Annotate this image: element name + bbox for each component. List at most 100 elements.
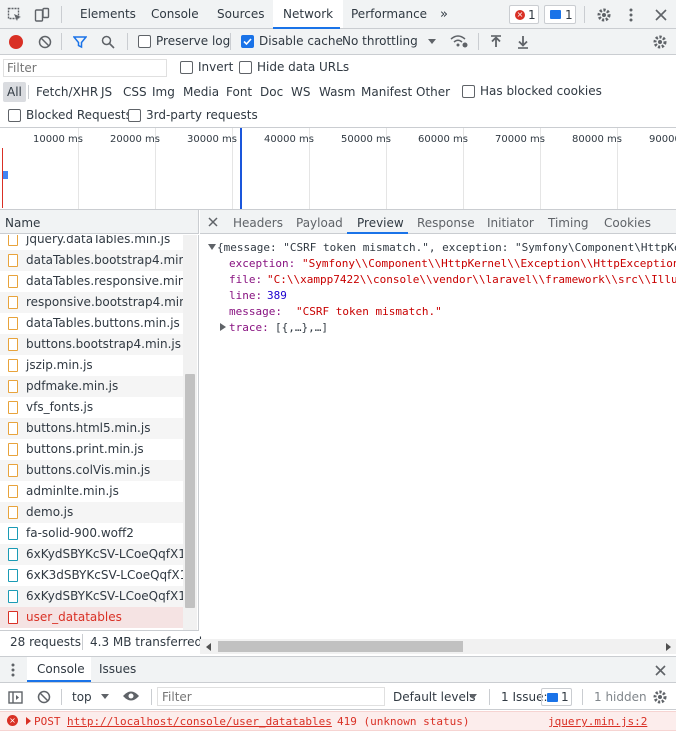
preserve-log-checkbox[interactable]: [138, 35, 151, 48]
blocked-requests-checkbox[interactable]: [8, 109, 21, 122]
script-file-icon: [8, 338, 18, 351]
filter-funnel-icon[interactable]: [72, 34, 88, 50]
request-row[interactable]: 6xK3dSBYKcSV-LCoeQqfX1RY: [0, 565, 197, 586]
settings-gear-icon[interactable]: [594, 5, 613, 24]
type-filter-fetch-xhr[interactable]: Fetch/XHR: [32, 82, 102, 102]
request-row[interactable]: dataTables.responsive.min.js: [0, 271, 197, 292]
request-row[interactable]: buttons.bootstrap4.min.js: [0, 334, 197, 355]
clear-icon[interactable]: [37, 34, 53, 50]
request-row[interactable]: jquery.dataTables.min.js: [0, 235, 197, 250]
script-file-icon: [8, 254, 18, 267]
error-url-link[interactable]: http://localhost/console/user_datatables: [67, 715, 332, 728]
expand-triangle-icon[interactable]: [26, 717, 31, 725]
message-count-badge[interactable]: 1: [544, 5, 576, 24]
preview-summary[interactable]: {message: "CSRF token mismatch.", except…: [217, 241, 676, 254]
request-row[interactable]: responsive.bootstrap4.min.js: [0, 292, 197, 313]
console-settings-gear-icon[interactable]: [651, 688, 669, 706]
request-list-header[interactable]: Name: [0, 210, 199, 234]
tab-elements[interactable]: Elements: [70, 0, 146, 29]
eye-icon[interactable]: [121, 688, 141, 704]
sidebar-toggle-icon[interactable]: [7, 689, 23, 705]
request-row[interactable]: buttons.html5.min.js: [0, 418, 197, 439]
chevron-down-icon[interactable]: [469, 694, 477, 699]
more-options-icon[interactable]: [623, 5, 639, 24]
request-row[interactable]: fa-solid-900.woff2: [0, 523, 197, 544]
chevron-down-icon[interactable]: [428, 39, 436, 44]
tab-response[interactable]: Response: [417, 213, 475, 233]
disable-cache-checkbox[interactable]: [241, 35, 254, 48]
type-filter-media[interactable]: Media: [179, 82, 223, 102]
error-source-link[interactable]: jquery.min.js:2: [548, 715, 647, 728]
collapsed-triangle-icon[interactable]: [220, 323, 226, 331]
divider: [478, 33, 479, 50]
type-filter-ws[interactable]: WS: [287, 82, 314, 102]
default-levels-select[interactable]: Default levels: [393, 690, 475, 704]
type-filter-other[interactable]: Other: [412, 82, 454, 102]
request-row[interactable]: pdfmake.min.js: [0, 376, 197, 397]
type-filter-css[interactable]: CSS: [119, 82, 151, 102]
tab-payload[interactable]: Payload: [296, 213, 343, 233]
search-icon[interactable]: [100, 34, 116, 50]
context-select[interactable]: top: [72, 690, 92, 704]
has-blocked-cookies-checkbox[interactable]: [462, 85, 475, 98]
request-row[interactable]: buttons.colVis.min.js: [0, 460, 197, 481]
request-row[interactable]: dataTables.buttons.min.js: [0, 313, 197, 334]
request-row[interactable]: 6xKydSBYKcSV-LCoeQqfX1RY: [0, 544, 197, 565]
hide-data-urls-checkbox[interactable]: [239, 61, 252, 74]
type-filter-wasm[interactable]: Wasm: [315, 82, 359, 102]
inspect-element-icon[interactable]: [6, 6, 24, 24]
more-tabs-button[interactable]: »: [430, 0, 458, 29]
tab-network[interactable]: Network: [273, 0, 344, 28]
request-row[interactable]: user_datatables: [0, 607, 197, 628]
drawer-tab-issues[interactable]: Issues: [99, 662, 136, 676]
close-devtools-icon[interactable]: [652, 5, 670, 24]
request-row[interactable]: adminlte.min.js: [0, 481, 197, 502]
tab-sources[interactable]: Sources: [207, 0, 274, 29]
request-row[interactable]: buttons.print.min.js: [0, 439, 197, 460]
drawer-menu-icon[interactable]: [6, 662, 20, 678]
network-conditions-icon[interactable]: [450, 33, 468, 49]
close-detail-icon[interactable]: [206, 215, 220, 229]
scroll-left-arrow-icon[interactable]: [206, 643, 211, 651]
type-filter-all[interactable]: All: [3, 82, 26, 102]
trace-key[interactable]: trace:: [229, 321, 269, 334]
tab-headers[interactable]: Headers: [233, 213, 283, 233]
network-settings-gear-icon[interactable]: [651, 33, 669, 51]
clear-console-icon[interactable]: [36, 689, 52, 705]
expanded-triangle-icon[interactable]: [208, 244, 216, 250]
filter-input[interactable]: [3, 59, 167, 77]
request-row[interactable]: 6xKydSBYKcSV-LCoeQqfX1RY: [0, 586, 197, 607]
scrollbar-thumb[interactable]: [185, 374, 195, 608]
type-filter-js[interactable]: JS: [97, 82, 116, 102]
tab-timing[interactable]: Timing: [548, 213, 589, 233]
console-filter-input[interactable]: [157, 687, 385, 706]
scrollbar-thumb[interactable]: [218, 641, 463, 652]
scroll-right-arrow-icon[interactable]: [666, 643, 671, 651]
close-drawer-icon[interactable]: [652, 662, 668, 678]
import-har-icon[interactable]: [488, 34, 504, 50]
chevron-down-icon[interactable]: [101, 694, 109, 699]
issues-badge[interactable]: 1: [541, 688, 572, 706]
type-filter-img[interactable]: Img: [148, 82, 179, 102]
trace-value[interactable]: [{,…},…]: [275, 321, 328, 334]
request-row[interactable]: dataTables.bootstrap4.min.js: [0, 250, 197, 271]
type-filter-doc[interactable]: Doc: [256, 82, 287, 102]
tab-initiator[interactable]: Initiator: [487, 213, 534, 233]
device-toolbar-icon[interactable]: [33, 6, 51, 24]
tab-cookies[interactable]: Cookies: [604, 213, 651, 233]
throttling-select[interactable]: No throttling: [342, 34, 418, 48]
type-filter-font[interactable]: Font: [222, 82, 256, 102]
export-har-icon[interactable]: [515, 34, 531, 50]
drawer-tab-console[interactable]: Console: [27, 657, 91, 682]
request-row[interactable]: jszip.min.js: [0, 355, 197, 376]
request-row[interactable]: vfs_fonts.js: [0, 397, 197, 418]
error-count-badge[interactable]: × 1: [509, 5, 539, 24]
type-filter-manifest[interactable]: Manifest: [357, 82, 416, 102]
tab-performance[interactable]: Performance: [341, 0, 437, 29]
record-button[interactable]: [9, 35, 23, 49]
third-party-checkbox[interactable]: [128, 109, 141, 122]
request-row[interactable]: demo.js: [0, 502, 197, 523]
tab-preview[interactable]: Preview: [357, 213, 404, 233]
invert-checkbox[interactable]: [180, 61, 193, 74]
tab-console[interactable]: Console: [141, 0, 209, 29]
